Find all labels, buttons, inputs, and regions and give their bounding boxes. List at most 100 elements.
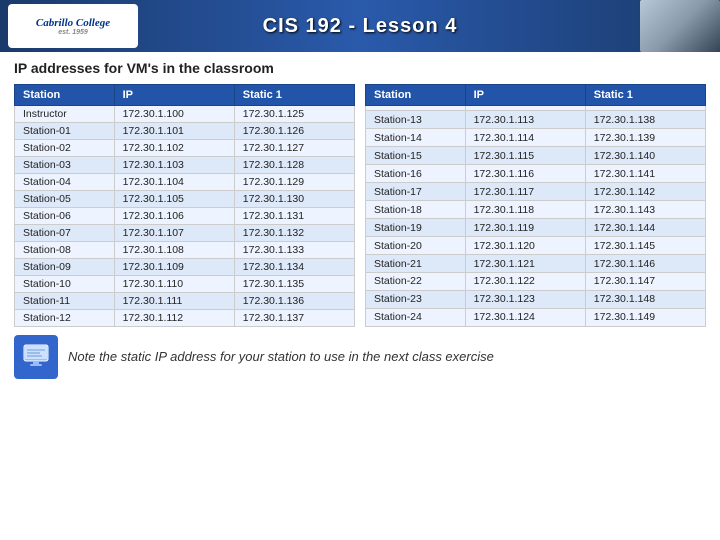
table-cell: Station-02 (15, 140, 115, 157)
table-cell: Station-12 (15, 310, 115, 327)
footer: Note the static IP address for your stat… (14, 335, 706, 379)
table-row: Station-19172.30.1.119172.30.1.144 (366, 219, 706, 237)
table-row: Station-15172.30.1.115172.30.1.140 (366, 147, 706, 165)
table-row: Station-21172.30.1.121172.30.1.146 (366, 255, 706, 273)
table-cell: 172.30.1.109 (114, 259, 234, 276)
table-right: Station IP Static 1 Station-13172.30.1.1… (365, 84, 706, 327)
table-cell: Station-01 (15, 123, 115, 140)
table-cell: Station-22 (366, 273, 466, 291)
table-cell: 172.30.1.105 (114, 191, 234, 208)
table-row: Station-23172.30.1.123172.30.1.148 (366, 290, 706, 308)
table-cell: 172.30.1.132 (234, 225, 354, 242)
table-cell: 172.30.1.116 (465, 165, 585, 183)
table-cell: 172.30.1.114 (465, 129, 585, 147)
table-cell: 172.30.1.149 (585, 308, 705, 326)
table-cell: 172.30.1.126 (234, 123, 354, 140)
table-cell: 172.30.1.148 (585, 290, 705, 308)
table-cell: 172.30.1.115 (465, 147, 585, 165)
table-cell: 172.30.1.128 (234, 157, 354, 174)
table-cell: Station-17 (366, 183, 466, 201)
table-cell: 172.30.1.145 (585, 237, 705, 255)
table-row: Station-17172.30.1.117172.30.1.142 (366, 183, 706, 201)
table-cell: 172.30.1.125 (234, 106, 354, 123)
table-cell: 172.30.1.123 (465, 290, 585, 308)
table-cell: Station-11 (15, 293, 115, 310)
table-row: Station-06172.30.1.106172.30.1.131 (15, 208, 355, 225)
table-cell: 172.30.1.120 (465, 237, 585, 255)
table-cell: 172.30.1.136 (234, 293, 354, 310)
table-cell: 172.30.1.134 (234, 259, 354, 276)
table-cell: Station-09 (15, 259, 115, 276)
tables-container: Station IP Static 1 Instructor172.30.1.1… (14, 84, 706, 327)
right-col-station: Station (366, 85, 466, 106)
right-col-static: Static 1 (585, 85, 705, 106)
table-cell: 172.30.1.131 (234, 208, 354, 225)
table-cell: 172.30.1.100 (114, 106, 234, 123)
table-cell: 172.30.1.112 (114, 310, 234, 327)
table-cell: Station-19 (366, 219, 466, 237)
table-cell: Station-04 (15, 174, 115, 191)
table-cell: 172.30.1.138 (585, 111, 705, 129)
table-row: Station-02172.30.1.102172.30.1.127 (15, 140, 355, 157)
table-cell: 172.30.1.142 (585, 183, 705, 201)
page-title: CIS 192 - Lesson 4 (263, 15, 458, 38)
table-row: Station-11172.30.1.111172.30.1.136 (15, 293, 355, 310)
table-row: Station-24172.30.1.124172.30.1.149 (366, 308, 706, 326)
college-logo: Cabrillo College est. 1959 (8, 4, 138, 48)
table-cell: 172.30.1.103 (114, 157, 234, 174)
table-cell: Station-13 (366, 111, 466, 129)
table-cell: 172.30.1.110 (114, 276, 234, 293)
footer-note: Note the static IP address for your stat… (68, 347, 494, 367)
table-row: Station-20172.30.1.120172.30.1.145 (366, 237, 706, 255)
table-cell: 172.30.1.111 (114, 293, 234, 310)
page-content: IP addresses for VM's in the classroom S… (0, 52, 720, 385)
table-row: Station-03172.30.1.103172.30.1.128 (15, 157, 355, 174)
right-col-ip: IP (465, 85, 585, 106)
table-cell: 172.30.1.107 (114, 225, 234, 242)
table-cell: Station-23 (366, 290, 466, 308)
table-left: Station IP Static 1 Instructor172.30.1.1… (14, 84, 355, 327)
table-cell: 172.30.1.139 (585, 129, 705, 147)
table-cell: Station-18 (366, 201, 466, 219)
table-row: Station-14172.30.1.114172.30.1.139 (366, 129, 706, 147)
table-cell: Station-08 (15, 242, 115, 259)
table-cell: 172.30.1.144 (585, 219, 705, 237)
table-cell: Station-16 (366, 165, 466, 183)
table-row: Station-12172.30.1.112172.30.1.137 (15, 310, 355, 327)
table-cell: 172.30.1.137 (234, 310, 354, 327)
table-cell: 172.30.1.147 (585, 273, 705, 291)
table-cell: 172.30.1.130 (234, 191, 354, 208)
table-cell: 172.30.1.146 (585, 255, 705, 273)
table-cell: Station-05 (15, 191, 115, 208)
table-cell: 172.30.1.108 (114, 242, 234, 259)
table-cell: Station-24 (366, 308, 466, 326)
table-cell: 172.30.1.118 (465, 201, 585, 219)
table-cell: Station-10 (15, 276, 115, 293)
table-row: Station-10172.30.1.110172.30.1.135 (15, 276, 355, 293)
table-row: Station-22172.30.1.122172.30.1.147 (366, 273, 706, 291)
table-cell: 172.30.1.106 (114, 208, 234, 225)
table-row: Station-18172.30.1.118172.30.1.143 (366, 201, 706, 219)
table-cell: Station-20 (366, 237, 466, 255)
table-cell: 172.30.1.129 (234, 174, 354, 191)
computer-icon (20, 341, 52, 373)
table-cell: 172.30.1.143 (585, 201, 705, 219)
table-row: Station-09172.30.1.109172.30.1.134 (15, 259, 355, 276)
header-decoration (640, 0, 720, 52)
table-cell: 172.30.1.104 (114, 174, 234, 191)
table-cell: Station-06 (15, 208, 115, 225)
table-cell: 172.30.1.127 (234, 140, 354, 157)
table-row: Station-01172.30.1.101172.30.1.126 (15, 123, 355, 140)
page-subtitle: IP addresses for VM's in the classroom (14, 60, 706, 76)
table-cell: 172.30.1.141 (585, 165, 705, 183)
table-row: Station-08172.30.1.108172.30.1.133 (15, 242, 355, 259)
left-col-ip: IP (114, 85, 234, 106)
table-cell: Station-07 (15, 225, 115, 242)
table-cell: Station-21 (366, 255, 466, 273)
table-row: Station-13172.30.1.113172.30.1.138 (366, 111, 706, 129)
table-cell: Instructor (15, 106, 115, 123)
table-cell: 172.30.1.133 (234, 242, 354, 259)
left-col-static: Static 1 (234, 85, 354, 106)
logo-name: Cabrillo College (36, 17, 110, 29)
table-row: Station-07172.30.1.107172.30.1.132 (15, 225, 355, 242)
